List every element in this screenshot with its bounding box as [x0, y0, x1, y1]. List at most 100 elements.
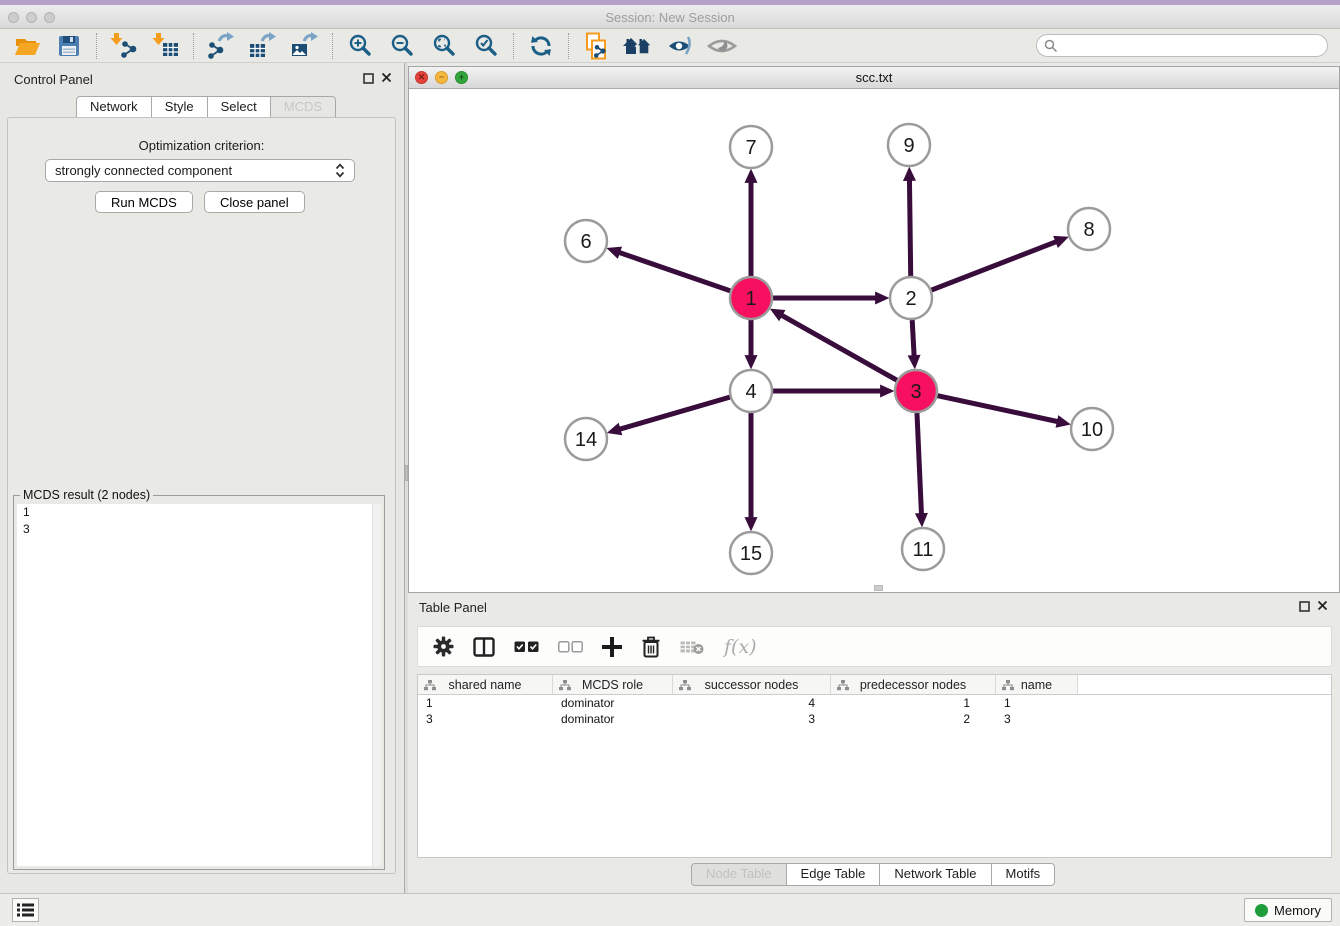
close-panel-icon[interactable]: [1317, 600, 1328, 611]
first-neighbors-button[interactable]: [617, 31, 659, 61]
mcds-result-list[interactable]: 13: [17, 504, 381, 866]
show-hide-graphics-button[interactable]: [659, 31, 701, 61]
deselect-all-rows-button[interactable]: [558, 641, 583, 653]
result-scrollbar[interactable]: [372, 504, 381, 866]
import-network-button[interactable]: [103, 31, 145, 61]
main-toolbar: [0, 29, 1340, 63]
node-label-10: 10: [1081, 419, 1103, 441]
run-mcds-button[interactable]: Run MCDS: [95, 191, 193, 213]
export-table-icon: [249, 32, 277, 59]
cell-name: 3: [996, 711, 1078, 727]
tab-network-table[interactable]: Network Table: [880, 863, 991, 886]
session-title: Session: New Session: [0, 10, 1340, 25]
result-value: 1: [17, 504, 381, 521]
cell-MCDS-role: dominator: [553, 711, 673, 727]
node-label-6: 6: [580, 231, 591, 253]
tab-node-table[interactable]: Node Table: [691, 863, 787, 886]
apply-function-button[interactable]: f(x): [724, 636, 757, 658]
control-panel-tabs: NetworkStyleSelectMCDS: [76, 96, 336, 119]
export-image-icon: [291, 32, 319, 59]
float-panel-icon[interactable]: [363, 73, 374, 84]
tab-edge-table[interactable]: Edge Table: [787, 863, 881, 886]
cell-predecessor-nodes: 2: [831, 711, 996, 727]
save-session-button[interactable]: [48, 31, 90, 61]
show-columns-button[interactable]: [473, 637, 495, 657]
optimization-criterion-label: Optimization criterion:: [8, 138, 395, 153]
duplicate-network-button[interactable]: [575, 31, 617, 61]
close-panel-icon[interactable]: [381, 72, 392, 83]
node-label-11: 11: [913, 539, 934, 561]
toolbar-separator: [193, 33, 194, 59]
zoom-fit-button[interactable]: [423, 31, 465, 61]
tab-mcds[interactable]: MCDS: [271, 96, 336, 119]
tab-motifs[interactable]: Motifs: [992, 863, 1056, 886]
control-panel: Control Panel NetworkStyleSelectMCDS Opt…: [0, 63, 404, 893]
delete-table-button[interactable]: [680, 639, 705, 655]
zoom-selected-button[interactable]: [465, 31, 507, 61]
node-label-2: 2: [905, 288, 916, 310]
export-table-button[interactable]: [242, 31, 284, 61]
save-disk-icon: [57, 34, 81, 58]
import-table-button[interactable]: [145, 31, 187, 61]
optimization-criterion-dropdown[interactable]: strongly connected component: [45, 159, 355, 182]
open-folder-icon: [14, 34, 41, 58]
edge-3-10[interactable]: [938, 396, 1061, 423]
node-label-3: 3: [910, 381, 921, 403]
zoom-in-button[interactable]: [339, 31, 381, 61]
zoom-in-icon: [347, 33, 373, 59]
column-header-shared-name[interactable]: shared name: [418, 675, 553, 694]
float-panel-icon[interactable]: [1299, 601, 1310, 612]
memory-button[interactable]: Memory: [1244, 898, 1332, 922]
preview-button[interactable]: [701, 31, 743, 61]
node-label-4: 4: [745, 381, 756, 403]
control-panel-title: Control Panel: [14, 72, 93, 87]
column-header-MCDS-role[interactable]: MCDS role: [553, 675, 673, 694]
open-session-button[interactable]: [6, 31, 48, 61]
tab-network[interactable]: Network: [76, 96, 152, 119]
add-column-button[interactable]: [602, 637, 622, 657]
search-box: [1036, 34, 1328, 57]
edge-2-3[interactable]: [912, 320, 914, 359]
preview-eye-icon: [706, 35, 738, 57]
tab-select[interactable]: Select: [208, 96, 271, 119]
edge-2-8[interactable]: [932, 241, 1060, 290]
network-view-window: ✕ − + scc.txt 7968124314101511: [408, 66, 1340, 593]
column-header-predecessor-nodes[interactable]: predecessor nodes: [831, 675, 996, 694]
export-network-button[interactable]: [200, 31, 242, 61]
network-graph: 7968124314101511: [409, 89, 1339, 592]
close-panel-button[interactable]: Close panel: [204, 191, 305, 213]
network-window-titlebar[interactable]: ✕ − + scc.txt: [409, 67, 1339, 89]
task-history-button[interactable]: [12, 898, 39, 922]
edge-4-14[interactable]: [617, 397, 730, 430]
delete-column-button[interactable]: [641, 636, 661, 658]
columns-icon: [473, 637, 495, 657]
network-canvas[interactable]: 7968124314101511: [409, 89, 1339, 592]
list-icon: [17, 903, 34, 917]
column-header-successor-nodes[interactable]: successor nodes: [673, 675, 831, 694]
node-label-1: 1: [745, 288, 756, 310]
canvas-resize-grip[interactable]: [874, 585, 883, 591]
tab-style[interactable]: Style: [152, 96, 208, 119]
refresh-button[interactable]: [520, 31, 562, 61]
edge-3-11[interactable]: [917, 413, 922, 517]
zoom-out-icon: [389, 33, 415, 59]
table-row[interactable]: 1dominator411: [418, 695, 1331, 711]
table-settings-button[interactable]: [433, 636, 454, 657]
application-window: Session: New Session: [0, 0, 1340, 926]
edge-2-9[interactable]: [909, 177, 910, 276]
network-window-title: scc.txt: [409, 70, 1339, 85]
column-header-name[interactable]: name: [996, 675, 1078, 694]
result-value: 3: [17, 521, 381, 538]
cell-name: 1: [996, 695, 1078, 711]
select-all-rows-button[interactable]: [514, 641, 539, 653]
toolbar-separator: [96, 33, 97, 59]
trash-icon: [641, 636, 661, 658]
table-row[interactable]: 3dominator323: [418, 711, 1331, 727]
delete-table-icon: [680, 639, 705, 655]
edge-1-6[interactable]: [616, 251, 730, 290]
zoom-out-button[interactable]: [381, 31, 423, 61]
search-input[interactable]: [1058, 37, 1327, 55]
edge-3-1[interactable]: [779, 314, 897, 380]
export-image-button[interactable]: [284, 31, 326, 61]
node-table[interactable]: shared nameMCDS rolesuccessor nodesprede…: [417, 674, 1332, 858]
